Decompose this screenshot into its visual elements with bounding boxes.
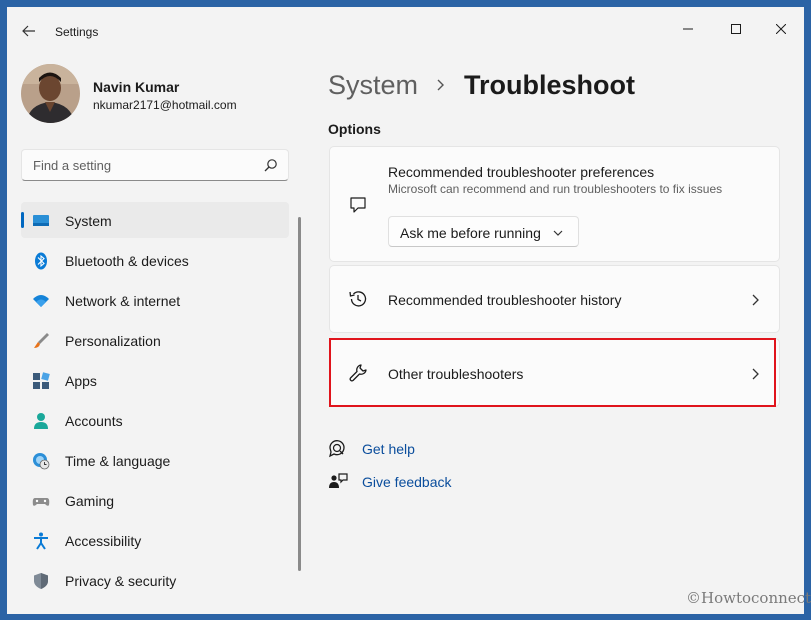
chevron-right-icon [752, 294, 759, 306]
feedback-icon [329, 473, 348, 488]
back-button[interactable] [19, 21, 39, 41]
person-icon [34, 413, 48, 429]
dropdown-value: Ask me before running [400, 225, 541, 241]
sidebar-nav: System Bluetooth & devices Network & int… [21, 202, 289, 602]
system-icon [33, 215, 49, 226]
wrench-icon [349, 364, 367, 382]
avatar[interactable] [21, 64, 80, 123]
maximize-icon [731, 24, 741, 34]
apps-icon [33, 372, 50, 389]
close-button[interactable] [758, 13, 804, 45]
sidebar-item-bluetooth[interactable]: Bluetooth & devices [21, 242, 289, 278]
search-box[interactable]: Find a setting [21, 149, 289, 181]
sidebar-item-label: Accessibility [65, 533, 142, 549]
settings-window: Settings Navin Kumar nkumar2171@hotmail.… [7, 7, 804, 614]
card-title: Other troubleshooters [388, 366, 524, 382]
chevron-down-icon [553, 230, 563, 236]
globe-clock-icon [33, 453, 50, 470]
gamepad-icon [32, 498, 50, 506]
breadcrumb: System Troubleshoot [328, 65, 635, 105]
brush-icon [34, 333, 49, 348]
chat-bubble-icon [350, 197, 366, 213]
give-feedback-link[interactable]: Give feedback [328, 472, 452, 492]
other-troubleshooters-card[interactable]: Other troubleshooters [329, 338, 780, 407]
card-title: Recommended troubleshooter history [388, 292, 622, 308]
section-header-options: Options [328, 121, 381, 137]
troubleshooter-history-card[interactable]: Recommended troubleshooter history [329, 265, 780, 333]
bluetooth-icon [35, 252, 47, 270]
sidebar-item-label: Privacy & security [65, 573, 177, 589]
back-arrow-icon [22, 25, 35, 37]
sidebar-item-label: Time & language [65, 453, 171, 469]
sidebar-item-label: Bluetooth & devices [65, 253, 189, 269]
watermark: ©Howtoconnect [686, 589, 811, 607]
card-description: Microsoft can recommend and run troubles… [388, 182, 723, 196]
history-icon [349, 291, 367, 307]
minimize-button[interactable] [665, 13, 711, 45]
sidebar-item-label: Gaming [65, 493, 115, 509]
wifi-icon [33, 295, 49, 307]
sidebar-item-label: Accounts [65, 413, 123, 429]
chevron-right-icon [752, 368, 759, 380]
chevron-right-icon [437, 79, 445, 91]
get-help-link[interactable]: Get help [328, 439, 415, 459]
help-chat-icon [329, 440, 345, 458]
troubleshooter-preference-dropdown[interactable]: Ask me before running [388, 216, 579, 247]
sidebar-item-personalization[interactable]: Personalization [21, 322, 289, 358]
sidebar-item-time-language[interactable]: Time & language [21, 442, 289, 478]
sidebar-scrollbar[interactable] [298, 217, 301, 571]
user-photo-icon [21, 64, 80, 123]
card-title: Recommended troubleshooter preferences [388, 164, 655, 180]
user-email: nkumar2171@hotmail.com [93, 98, 237, 112]
sidebar-item-accessibility[interactable]: Accessibility [21, 522, 289, 558]
page-title: Troubleshoot [464, 69, 636, 100]
sidebar-item-system[interactable]: System [21, 202, 289, 238]
accessibility-icon [34, 532, 48, 550]
maximize-button[interactable] [713, 13, 759, 45]
sidebar-item-network[interactable]: Network & internet [21, 282, 289, 318]
search-input[interactable]: Find a setting [33, 158, 111, 173]
search-icon[interactable] [264, 158, 278, 172]
link-label[interactable]: Get help [362, 441, 415, 457]
title-bar: Settings [7, 7, 804, 55]
sidebar-item-apps[interactable]: Apps [21, 362, 289, 398]
sidebar-item-label: Apps [65, 373, 97, 389]
sidebar-item-privacy[interactable]: Privacy & security [21, 562, 289, 598]
user-name: Navin Kumar [93, 79, 180, 95]
close-icon [776, 24, 786, 34]
sidebar-item-accounts[interactable]: Accounts [21, 402, 289, 438]
sidebar-item-label: System [65, 213, 112, 229]
shield-icon [34, 573, 48, 589]
sidebar-item-label: Network & internet [65, 293, 181, 309]
sidebar-item-label: Personalization [65, 333, 161, 349]
minimize-icon [683, 28, 693, 30]
link-label[interactable]: Give feedback [362, 474, 452, 490]
app-title: Settings [55, 25, 99, 39]
breadcrumb-parent[interactable]: System [328, 70, 418, 101]
sidebar-item-gaming[interactable]: Gaming [21, 482, 289, 518]
troubleshooter-preferences-card: Recommended troubleshooter preferences M… [329, 146, 780, 262]
